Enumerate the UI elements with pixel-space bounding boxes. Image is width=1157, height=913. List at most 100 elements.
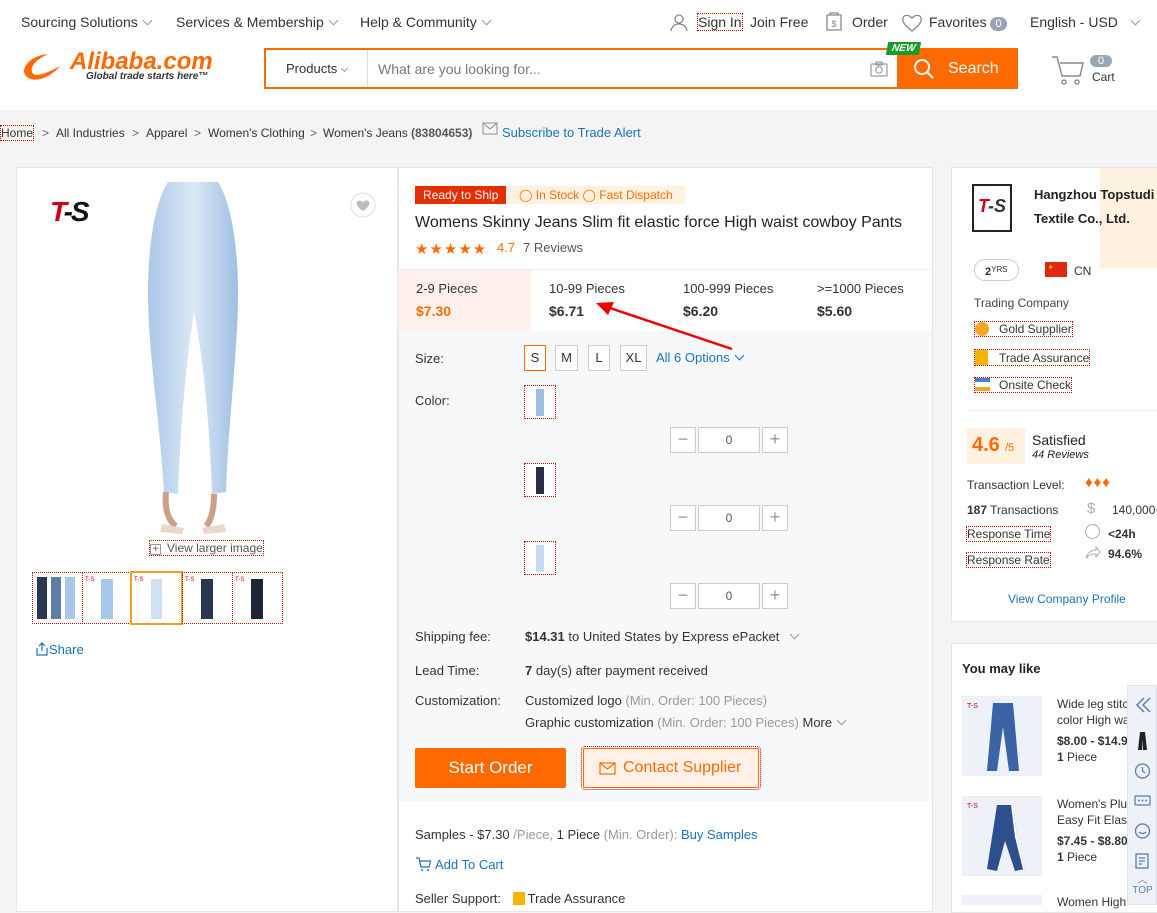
product-main-image[interactable] (130, 182, 255, 536)
product-title: Womens Skinny Jeans Slim fit elastic for… (415, 214, 903, 231)
favorite-icon[interactable] (350, 192, 376, 218)
badge-label: Onsite Check (999, 378, 1072, 392)
badge-label: Gold Supplier (999, 322, 1072, 336)
satisfaction-label: Satisfied (1032, 432, 1086, 448)
chevron-down-icon (142, 15, 153, 26)
decrement-button[interactable]: − (670, 505, 696, 531)
shipping-fee-label: Shipping fee: (415, 629, 491, 644)
order-link[interactable]: Order (852, 14, 888, 30)
size-option-xl[interactable]: XL (620, 345, 647, 371)
collapse-icon[interactable] (1128, 690, 1157, 720)
add-to-cart-link[interactable]: Add To Cart (415, 857, 503, 872)
product-thumbnail[interactable]: T-S (82, 572, 133, 624)
size-option-m[interactable]: M (555, 345, 578, 371)
chevron-down-icon[interactable] (789, 629, 800, 640)
onsite-check-badge[interactable]: Onsite Check (973, 377, 1073, 393)
favorites-link[interactable]: Favorites 0 (929, 14, 1007, 31)
decrement-button[interactable]: − (670, 583, 696, 609)
feedback-icon[interactable] (1128, 816, 1157, 846)
quantity-stepper: −0 + (670, 427, 788, 453)
product-thumbnail-selected[interactable]: T-S (130, 571, 183, 625)
increment-button[interactable]: + (762, 583, 788, 609)
recommended-product-title[interactable]: color High wa (1057, 713, 1130, 727)
buy-samples-link[interactable]: Buy Samples (681, 827, 758, 842)
product-thumbnail[interactable] (32, 572, 83, 624)
search-input[interactable] (370, 52, 850, 85)
camera-icon[interactable] (870, 61, 888, 77)
breadcrumb-all-industries[interactable]: All Industries (56, 126, 125, 140)
quantity-input[interactable]: 0 (698, 427, 760, 453)
share-button[interactable]: Share (35, 642, 84, 657)
supplier-logo[interactable]: T-S (972, 184, 1012, 232)
min-order-unit: Piece (1067, 850, 1098, 864)
gold-supplier-badge[interactable]: Gold Supplier (974, 321, 1073, 337)
breadcrumb-apparel[interactable]: Apparel (146, 126, 187, 140)
quantity-input[interactable]: 0 (698, 583, 760, 609)
recommended-product-title[interactable]: Women High (1057, 895, 1126, 909)
view-company-profile-link[interactable]: View Company Profile (1008, 592, 1126, 606)
recommended-product-image[interactable]: T-S (962, 796, 1042, 876)
in-stock-label: In Stock (535, 188, 580, 202)
transactions-label: Transactions (990, 503, 1059, 517)
recent-product-icon[interactable] (1128, 726, 1157, 756)
share-label: Share (49, 642, 84, 657)
customization-logo: Customized logo (Min. Order: 100 Pieces) (525, 693, 767, 708)
color-swatch-dark-blue[interactable] (524, 463, 556, 497)
recommended-product-image[interactable] (962, 895, 1042, 905)
all-options-link[interactable]: All 6 Options (656, 350, 745, 365)
price-tier-price: $7.30 (416, 303, 452, 319)
cart-button[interactable]: 0 Cart (1050, 52, 1120, 92)
alibaba-logo[interactable]: Alibaba.com Global trade starts here™ (20, 48, 213, 88)
search-button-label: Search (948, 60, 999, 77)
price-tier-1[interactable]: 2-9 Pieces $7.30 (398, 270, 531, 331)
search-category-select[interactable]: Products (266, 50, 368, 87)
samples-qty: 1 Piece (556, 827, 601, 842)
nav-services-membership[interactable]: Services & Membership (176, 14, 339, 30)
trade-assurance-badge[interactable]: Trade Assurance (973, 349, 1091, 366)
nav-help-community[interactable]: Help & Community (360, 14, 492, 30)
color-swatch-pale-blue[interactable] (524, 541, 556, 575)
size-option-s[interactable]: S (524, 345, 546, 371)
chat-icon[interactable] (1128, 786, 1157, 816)
options-area (399, 331, 932, 801)
price-tier-4[interactable]: >=1000 Pieces $5.60 (799, 270, 932, 331)
lead-days: 7 (525, 663, 533, 678)
color-swatch-light-blue[interactable] (524, 385, 556, 419)
reviews-link[interactable]: 7 Reviews (523, 240, 583, 255)
supplier-name-line2[interactable]: Textile Co., Ltd. (1034, 211, 1130, 226)
increment-button[interactable]: + (762, 427, 788, 453)
start-order-button[interactable]: Start Order (415, 748, 566, 788)
recommended-product-title[interactable]: Easy Fit Elast (1057, 813, 1130, 827)
join-free-link[interactable]: Join Free (750, 14, 808, 30)
contact-supplier-button[interactable]: Contact Supplier (581, 746, 761, 790)
score-reviews[interactable]: 44 Reviews (1032, 449, 1089, 461)
more-link[interactable]: More (802, 715, 847, 730)
language-selector[interactable]: English - USD (1030, 14, 1141, 30)
min-order-qty: 1 (1057, 850, 1064, 864)
recommended-product-image[interactable]: T-S (962, 696, 1042, 776)
size-option-l[interactable]: L (588, 345, 610, 371)
supplier-name-line1[interactable]: Hangzhou Topstudi (1034, 187, 1154, 202)
sign-in-link[interactable]: Sign In (697, 13, 743, 31)
subscribe-trade-alert-link[interactable]: Subscribe to Trade Alert (502, 125, 641, 140)
history-clock-icon[interactable] (1128, 756, 1157, 786)
breadcrumb-womens-clothing[interactable]: Women's Clothing (208, 126, 305, 140)
language-label: English - USD (1030, 14, 1118, 30)
seller-support-label: Seller Support: (415, 891, 501, 906)
search-button[interactable]: Search (897, 50, 1016, 87)
recommended-product-title[interactable]: Women's Plus (1057, 797, 1133, 811)
decrement-button[interactable]: − (670, 427, 696, 453)
breadcrumb-womens-jeans[interactable]: Women's Jeans (323, 126, 408, 140)
back-to-top-button[interactable]: ︿ TOP (1128, 876, 1157, 905)
quantity-input[interactable]: 0 (698, 505, 760, 531)
increment-button[interactable]: + (762, 505, 788, 531)
product-thumbnail[interactable]: T-S (232, 572, 283, 624)
breadcrumb-separator: > (310, 126, 318, 140)
product-thumbnail[interactable]: T-S (182, 572, 233, 624)
recommended-product-title[interactable]: Wide leg stitc (1057, 697, 1128, 711)
breadcrumb-home[interactable]: Home (0, 125, 35, 141)
edit-note-icon[interactable] (1128, 846, 1157, 876)
view-larger-image-link[interactable]: + View larger image (149, 540, 264, 556)
check-circle-icon: ◯ (519, 188, 533, 202)
nav-sourcing-solutions[interactable]: Sourcing Solutions (21, 14, 153, 30)
